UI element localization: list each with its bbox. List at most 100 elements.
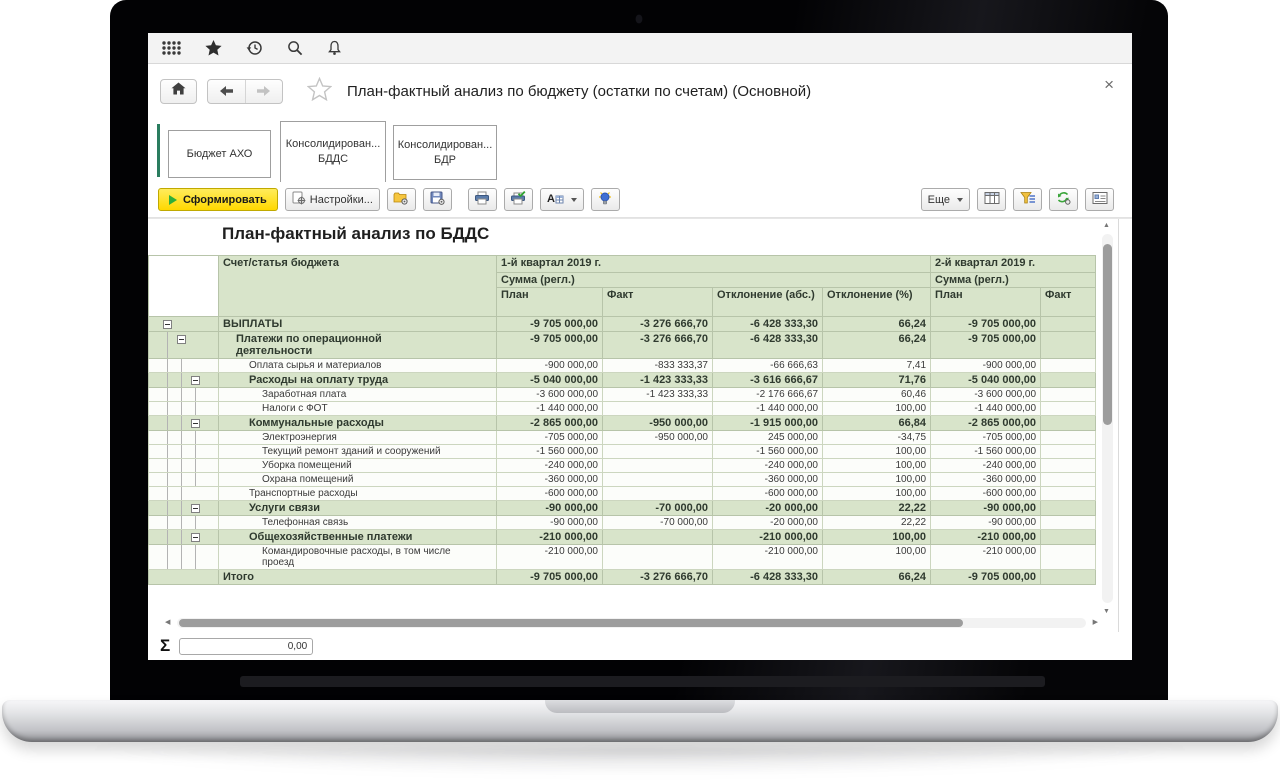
row-label[interactable]: Электроэнергия (219, 431, 497, 445)
cell-dev_abs[interactable]: -240 000,00 (713, 459, 823, 473)
cell-plan[interactable]: -900 000,00 (497, 359, 603, 373)
print-preview-button[interactable] (504, 188, 533, 211)
cell-fact2[interactable] (1041, 473, 1096, 487)
cell-plan[interactable]: -9 705 000,00 (497, 332, 603, 359)
cell-dev_pct[interactable]: 100,00 (823, 473, 931, 487)
cell-plan[interactable]: -210 000,00 (497, 545, 603, 570)
header-sum-q2[interactable]: Сумма (регл.) (931, 273, 1096, 288)
collapse-expander-icon[interactable] (191, 504, 200, 513)
tab-consolidated-bdds[interactable]: Консолидирован... БДДС (280, 121, 386, 182)
cell-dev_pct[interactable]: 60,46 (823, 388, 931, 402)
details-button[interactable] (1085, 188, 1114, 211)
search-icon[interactable] (287, 40, 303, 56)
print-button[interactable] (468, 188, 497, 211)
history-icon[interactable] (246, 40, 263, 56)
cell-plan[interactable]: -1 560 000,00 (497, 445, 603, 459)
cell-fact2[interactable] (1041, 317, 1096, 332)
cell-plan2[interactable]: -705 000,00 (931, 431, 1041, 445)
cell-dev_pct[interactable]: 100,00 (823, 545, 931, 570)
cell-plan2[interactable]: -210 000,00 (931, 545, 1041, 570)
cell-dev_abs[interactable]: -1 915 000,00 (713, 416, 823, 431)
cell-dev_pct[interactable]: 22,22 (823, 501, 931, 516)
cell-dev_pct[interactable]: 66,24 (823, 332, 931, 359)
sigma-autosum-icon[interactable]: Σ (160, 636, 170, 656)
cell-dev_pct[interactable]: 7,41 (823, 359, 931, 373)
cell-fact[interactable]: -3 276 666,70 (603, 570, 713, 585)
cell-dev_pct[interactable]: 71,76 (823, 373, 931, 388)
cell-plan2[interactable]: -210 000,00 (931, 530, 1041, 545)
cell-fact2[interactable] (1041, 388, 1096, 402)
header-q1[interactable]: 1-й квартал 2019 г. (497, 256, 931, 273)
more-button[interactable]: Еще (921, 188, 970, 211)
cell-fact2[interactable] (1041, 530, 1096, 545)
row-label[interactable]: Охрана помещений (219, 473, 497, 487)
cell-fact2[interactable] (1041, 570, 1096, 585)
cell-plan2[interactable]: -900 000,00 (931, 359, 1041, 373)
generate-button[interactable]: Сформировать (158, 188, 278, 211)
cell-plan2[interactable]: -9 705 000,00 (931, 570, 1041, 585)
autosum-field[interactable]: 0,00 (179, 638, 313, 655)
cell-plan2[interactable]: -90 000,00 (931, 501, 1041, 516)
header-plan-q2[interactable]: План (931, 288, 1041, 317)
collapse-expander-icon[interactable] (191, 376, 200, 385)
cell-fact2[interactable] (1041, 359, 1096, 373)
cell-dev_abs[interactable]: -1 560 000,00 (713, 445, 823, 459)
cell-plan[interactable]: -360 000,00 (497, 473, 603, 487)
row-label[interactable]: Общехозяйственные платежи (219, 530, 497, 545)
cell-dev_abs[interactable]: -6 428 333,30 (713, 317, 823, 332)
horizontal-scrollbar[interactable]: ◀ ▶ (165, 617, 1098, 629)
collapse-expander-icon[interactable] (177, 335, 186, 344)
cell-fact[interactable] (603, 445, 713, 459)
cell-plan2[interactable]: -5 040 000,00 (931, 373, 1041, 388)
hscroll-thumb[interactable] (179, 619, 963, 627)
cell-plan[interactable]: -90 000,00 (497, 501, 603, 516)
cell-dev_abs[interactable]: -20 000,00 (713, 516, 823, 530)
cell-fact2[interactable] (1041, 516, 1096, 530)
forward-button[interactable] (246, 80, 283, 103)
report-structure-button[interactable] (977, 188, 1006, 211)
header-dev-pct[interactable]: Отклонение (%) (823, 288, 931, 317)
header-dev-abs[interactable]: Отклонение (абс.) (713, 288, 823, 317)
collapse-expander-icon[interactable] (163, 320, 172, 329)
cell-dev_pct[interactable]: 100,00 (823, 487, 931, 501)
cell-fact[interactable]: -3 276 666,70 (603, 317, 713, 332)
cell-fact[interactable]: -950 000,00 (603, 416, 713, 431)
header-account[interactable]: Счет/статья бюджета (219, 256, 497, 317)
cell-plan[interactable]: -9 705 000,00 (497, 570, 603, 585)
cell-plan2[interactable]: -600 000,00 (931, 487, 1041, 501)
cell-fact[interactable]: -70 000,00 (603, 501, 713, 516)
cell-plan[interactable]: -2 865 000,00 (497, 416, 603, 431)
cell-dev_abs[interactable]: -600 000,00 (713, 487, 823, 501)
favorite-star-outline-icon[interactable] (307, 77, 332, 106)
cell-fact[interactable] (603, 459, 713, 473)
cell-plan2[interactable]: -1 440 000,00 (931, 402, 1041, 416)
cell-dev_abs[interactable]: -3 616 666,67 (713, 373, 823, 388)
cell-plan[interactable]: -600 000,00 (497, 487, 603, 501)
cell-dev_abs[interactable]: -6 428 333,30 (713, 570, 823, 585)
header-fact-q2[interactable]: Факт (1041, 288, 1096, 317)
header-plan-q1[interactable]: План (497, 288, 603, 317)
row-label[interactable]: Налоги с ФОТ (219, 402, 497, 416)
open-variant-button[interactable] (387, 188, 416, 211)
cell-dev_pct[interactable]: 100,00 (823, 530, 931, 545)
row-label[interactable]: Итого (219, 570, 497, 585)
cell-plan2[interactable]: -9 705 000,00 (931, 317, 1041, 332)
cell-dev_pct[interactable]: 22,22 (823, 516, 931, 530)
row-label[interactable]: Телефонная связь (219, 516, 497, 530)
cell-plan2[interactable]: -3 600 000,00 (931, 388, 1041, 402)
row-label[interactable]: Командировочные расходы, в том числе про… (219, 545, 497, 570)
cell-dev_abs[interactable]: -360 000,00 (713, 473, 823, 487)
cell-dev_abs[interactable]: -210 000,00 (713, 545, 823, 570)
cell-fact2[interactable] (1041, 373, 1096, 388)
scroll-up-icon[interactable]: ▲ (1103, 222, 1110, 229)
cell-fact2[interactable] (1041, 431, 1096, 445)
cell-dev_abs[interactable]: -66 666,63 (713, 359, 823, 373)
cell-plan[interactable]: -240 000,00 (497, 459, 603, 473)
cell-fact2[interactable] (1041, 402, 1096, 416)
header-fact-q1[interactable]: Факт (603, 288, 713, 317)
cell-fact[interactable]: -1 423 333,33 (603, 388, 713, 402)
cell-dev_abs[interactable]: -6 428 333,30 (713, 332, 823, 359)
cell-dev_pct[interactable]: 66,24 (823, 317, 931, 332)
cell-fact2[interactable] (1041, 332, 1096, 359)
cell-fact[interactable] (603, 473, 713, 487)
